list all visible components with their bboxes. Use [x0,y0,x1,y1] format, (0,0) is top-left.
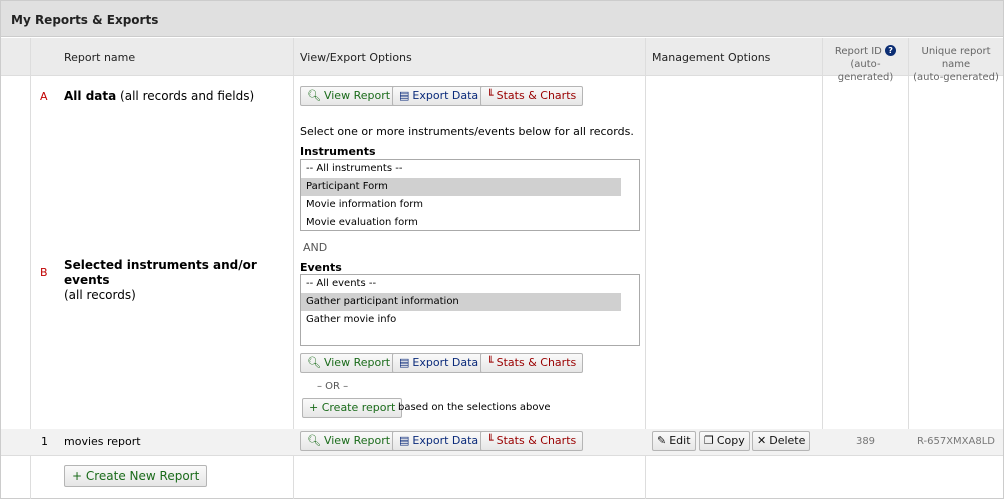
divider [822,38,823,429]
event-option[interactable]: Gather participant information [301,293,621,311]
instruments-label: Instruments [300,145,376,158]
or-separator: – OR – [317,381,349,392]
export-data-button[interactable]: ▤ Export Data [392,86,486,106]
copy-icon: ❐ [704,434,714,447]
panel-title: My Reports & Exports [1,1,1003,37]
search-icon: 🔍︎ [307,434,321,447]
reports-panel: My Reports & Exports Report name View/Ex… [0,0,1004,499]
stats-charts-button[interactable]: ╙ Stats & Charts [480,86,584,106]
event-option[interactable]: Gather movie info [301,311,621,329]
instrument-option[interactable]: Movie information form [301,196,621,214]
report-name: movies report [64,435,141,448]
instructions-text: Select one or more instruments/events be… [300,125,634,138]
search-icon: 🔍︎ [307,356,321,369]
and-separator: AND [303,241,328,254]
view-report-button[interactable]: 🔍︎ View Report [300,86,398,106]
event-option[interactable]: -- All events -- [301,275,621,293]
row-number: 1 [41,435,48,448]
report-selected-instruments: Selected instruments and/or events (all … [64,258,257,302]
chart-icon: ╙ [487,89,494,102]
help-icon[interactable]: ? [885,45,897,56]
file-icon: ▤ [399,356,410,369]
col-report-id: Report ID ? (auto-generated) [823,45,908,84]
chart-icon: ╙ [487,434,494,447]
stats-charts-button[interactable]: ╙ Stats & Charts [480,431,584,451]
export-data-button[interactable]: ▤ Export Data [392,431,486,451]
col-management: Management Options [652,51,771,64]
divider [1,455,1003,456]
instrument-option[interactable]: Movie evaluation form [301,214,621,230]
unique-name-value: R-657XMXA8LD [916,436,996,447]
copy-button[interactable]: ❐ Copy [699,431,750,451]
divider [908,38,909,429]
events-listbox[interactable]: -- All events -- Gather participant infor… [300,274,640,346]
edit-button[interactable]: ✎ Edit [652,431,696,451]
file-icon: ▤ [399,434,410,447]
export-data-button[interactable]: ▤ Export Data [392,353,486,373]
pencil-icon: ✎ [657,434,667,447]
instruments-listbox[interactable]: -- All instruments -- Participant Form Mov… [300,159,640,231]
row-letter-a: A [40,90,48,103]
create-new-report-button[interactable]: + Create New Report [64,465,208,487]
col-unique-name: Unique report name (auto-generated) [913,46,999,83]
view-report-button[interactable]: 🔍︎ View Report [300,431,398,451]
instrument-option[interactable]: -- All instruments -- [301,160,621,178]
create-report-hint: based on the selections above [398,402,551,413]
row-letter-b: B [40,266,48,279]
events-label: Events [300,261,342,274]
delete-button[interactable]: ✕ Delete [752,431,811,451]
report-all-data: All data (all records and fields) [64,89,255,103]
close-icon: ✕ [757,434,767,447]
stats-charts-button[interactable]: ╙ Stats & Charts [480,353,584,373]
chart-icon: ╙ [487,356,494,369]
view-report-button[interactable]: 🔍︎ View Report [300,353,398,373]
file-icon: ▤ [399,89,410,102]
create-report-button[interactable]: + Create report [302,398,403,418]
col-report-name: Report name [64,51,136,64]
col-view-export: View/Export Options [300,51,412,64]
search-icon: 🔍︎ [307,89,321,102]
instrument-option[interactable]: Participant Form [301,178,621,196]
report-id-value: 389 [855,436,876,447]
